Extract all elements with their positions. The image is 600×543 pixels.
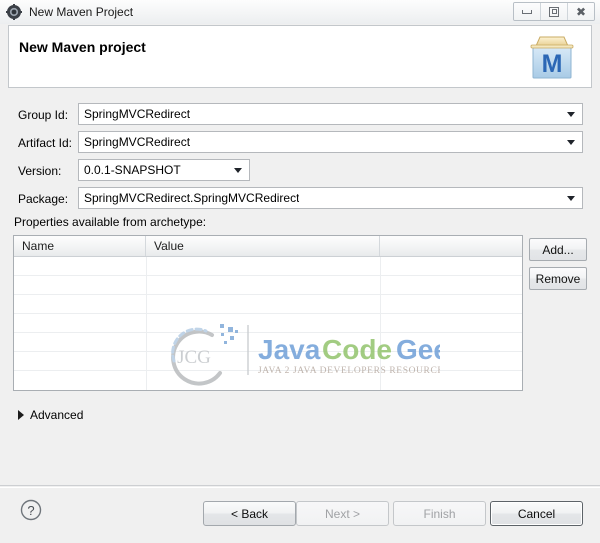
add-property-label: Add... bbox=[542, 242, 574, 257]
group-id-label: Group Id: bbox=[18, 108, 69, 122]
finish-label: Finish bbox=[423, 506, 456, 521]
chevron-down-icon bbox=[567, 196, 575, 201]
new-maven-project-dialog: New Maven Project ✖ New Maven project M … bbox=[0, 0, 600, 543]
close-icon: ✖ bbox=[575, 4, 587, 19]
properties-label: Properties available from archetype: bbox=[14, 215, 207, 229]
back-button[interactable]: < Back bbox=[203, 501, 296, 526]
chevron-down-icon bbox=[567, 112, 575, 117]
chevron-down-icon bbox=[234, 168, 242, 173]
remove-property-label: Remove bbox=[535, 271, 581, 286]
chevron-down-icon bbox=[567, 140, 575, 145]
row-divider bbox=[14, 294, 522, 295]
artifact-id-label: Artifact Id: bbox=[18, 136, 73, 150]
column-header-extra[interactable] bbox=[380, 236, 522, 256]
svg-text:M: M bbox=[542, 50, 563, 78]
advanced-label: Advanced bbox=[30, 408, 84, 422]
remove-property-button[interactable]: Remove bbox=[529, 267, 587, 290]
package-label: Package: bbox=[18, 192, 69, 206]
row-divider bbox=[14, 351, 522, 352]
title-bar: New Maven Project ✖ bbox=[0, 0, 600, 24]
version-value: 0.0.1-SNAPSHOT bbox=[84, 163, 181, 177]
artifact-id-combobox[interactable]: SpringMVCRedirect bbox=[78, 131, 583, 153]
cancel-label: Cancel bbox=[517, 506, 556, 521]
row-divider bbox=[14, 332, 522, 333]
package-value: SpringMVCRedirect.SpringMVCRedirect bbox=[84, 191, 300, 205]
table-body[interactable] bbox=[14, 257, 522, 390]
dialog-footer: ? < Back Next > Finish Cancel bbox=[0, 485, 600, 543]
column-header-value[interactable]: Value bbox=[146, 236, 380, 256]
window-controls: ✖ bbox=[513, 2, 595, 21]
next-label: Next > bbox=[324, 506, 360, 521]
maven-m-box-icon: M bbox=[526, 32, 578, 81]
group-id-combobox[interactable]: SpringMVCRedirect bbox=[78, 103, 583, 125]
maven-gear-icon bbox=[6, 4, 22, 20]
table-header-row: Name Value bbox=[14, 236, 522, 257]
minimize-button[interactable] bbox=[514, 3, 541, 20]
close-button[interactable]: ✖ bbox=[568, 3, 594, 20]
maximize-button[interactable] bbox=[541, 3, 568, 20]
row-divider bbox=[14, 370, 522, 371]
finish-button: Finish bbox=[393, 501, 486, 526]
version-combobox[interactable]: 0.0.1-SNAPSHOT bbox=[78, 159, 250, 181]
cancel-button[interactable]: Cancel bbox=[490, 501, 583, 526]
window-title: New Maven Project bbox=[29, 5, 134, 19]
version-label: Version: bbox=[18, 164, 62, 178]
advanced-section-toggle[interactable]: Advanced bbox=[18, 407, 83, 423]
artifact-id-value: SpringMVCRedirect bbox=[84, 135, 191, 149]
row-divider bbox=[14, 275, 522, 276]
wizard-header: New Maven project M bbox=[8, 25, 592, 88]
package-combobox[interactable]: SpringMVCRedirect.SpringMVCRedirect bbox=[78, 187, 583, 209]
column-header-name[interactable]: Name bbox=[14, 236, 146, 256]
page-title: New Maven project bbox=[19, 39, 146, 55]
wizard-body: Group Id: SpringMVCRedirect Artifact Id:… bbox=[0, 89, 600, 485]
properties-table[interactable]: Name Value bbox=[13, 235, 523, 391]
minimize-icon bbox=[522, 9, 532, 14]
row-divider bbox=[14, 313, 522, 314]
add-property-button[interactable]: Add... bbox=[529, 238, 587, 261]
chevron-right-icon bbox=[18, 410, 24, 420]
footer-separator bbox=[0, 487, 600, 488]
svg-text:?: ? bbox=[27, 503, 34, 518]
maximize-icon bbox=[549, 6, 559, 17]
help-icon[interactable]: ? bbox=[20, 499, 42, 521]
back-label: < Back bbox=[230, 506, 269, 521]
group-id-value: SpringMVCRedirect bbox=[84, 107, 191, 121]
next-button: Next > bbox=[296, 501, 389, 526]
